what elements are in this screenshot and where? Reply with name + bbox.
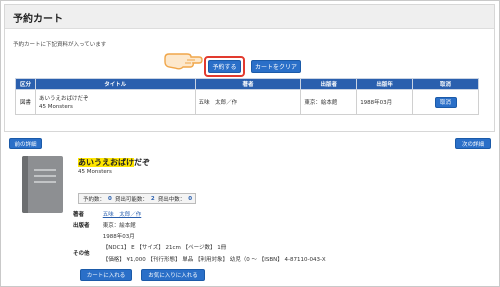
publisher-row: 出版者 東京：絵本館 [73, 221, 136, 229]
previous-detail-button[interactable]: 前の詳細 [9, 138, 42, 149]
cart-info-text: 予約カートに下記資料が入っています [13, 42, 107, 48]
column-header-category: 区分 [15, 78, 36, 90]
cancel-button[interactable]: 取消 [434, 96, 457, 108]
book-line-shape [34, 175, 56, 177]
book-line-shape [34, 181, 56, 183]
lendable-count: 2 [150, 195, 155, 202]
cart-header: 予約カート [5, 5, 494, 29]
other-row-2: 【価格】 ¥1,000 【刊行形態】 単品 【利用対象】 幼児（0 ～ 【ISB… [73, 255, 326, 263]
availability-box: 予約数： 0 貸出可能数： 2 貸出中数： 0 [78, 193, 196, 204]
publisher-label: 出版者 [73, 223, 90, 229]
reserve-count-label: 予約数： [83, 196, 106, 203]
column-header-publisher: 出版者 [300, 78, 358, 90]
column-header-author: 著者 [194, 78, 302, 90]
lent-count: 0 [188, 195, 193, 202]
row-year: 1988年03月 [356, 89, 414, 115]
reserve-count: 0 [108, 195, 112, 202]
author-label: 著者 [73, 212, 85, 218]
book-spine-shape [22, 156, 28, 213]
book-title-rest: だぞ [134, 158, 150, 167]
row-title-main: あいうえおばけだぞ [38, 96, 89, 102]
reserve-button[interactable]: 予約する [208, 60, 241, 73]
cart-table: 区分 タイトル 著者 出版者 出版年 取消 図書 あいうえおばけだぞ 45 Mo… [15, 78, 479, 115]
row-category: 図書 [15, 89, 36, 115]
book-line-shape [34, 169, 56, 171]
book-icon [22, 156, 63, 213]
column-header-cancel: 取消 [412, 78, 479, 90]
reserve-button-highlight: 予約する [204, 56, 245, 77]
author-row: 著者 五味 太郎／作 [73, 210, 141, 218]
publisher-value: 東京：絵本館 [102, 223, 136, 229]
year-value: 1988年03月 [102, 234, 135, 240]
pointing-hand-icon [164, 53, 203, 70]
lendable-count-label: 貸出可能数： [114, 196, 148, 203]
clear-cart-button[interactable]: カートをクリア [251, 60, 301, 73]
table-row: 図書 あいうえおばけだぞ 45 Monsters 五味 太郎／作 東京：絵本館 … [15, 89, 479, 115]
cart-title: 予約カート [13, 14, 63, 25]
other-line-2: 【価格】 ¥1,000 【刊行形態】 単品 【利用対象】 幼児（0 ～ 【ISB… [102, 257, 326, 263]
year-row: 1988年03月 [73, 232, 135, 240]
author-link[interactable]: 五味 太郎／作 [103, 210, 142, 218]
add-to-favorites-button[interactable]: お気に入りに入れる [141, 269, 205, 281]
next-detail-button[interactable]: 次の詳細 [455, 138, 491, 149]
column-header-year: 出版年 [356, 78, 414, 90]
column-header-title: タイトル [34, 78, 196, 90]
row-publisher: 東京：絵本館 [300, 89, 358, 115]
add-to-cart-button[interactable]: カートに入れる [80, 269, 132, 281]
other-line-1: 【NDC1】 E 【サイズ】 21cm 【ページ数】 1冊 [102, 245, 227, 251]
row-title: あいうえおばけだぞ 45 Monsters [34, 89, 196, 115]
page-frame: 予約カート 予約カートに下記資料が入っています 予約する カートをクリア 区分 … [0, 0, 500, 287]
lent-count-label: 貸出中数： [157, 196, 186, 203]
row-author: 五味 太郎／作 [194, 89, 302, 115]
cart-table-header: 区分 タイトル 著者 出版者 出版年 取消 [15, 78, 479, 90]
book-title-highlight: あいうえおばけ [78, 158, 134, 167]
row-title-sub: 45 Monsters [38, 104, 73, 110]
book-subtitle: 45 Monsters [78, 169, 112, 175]
other-row-1: 【NDC1】 E 【サイズ】 21cm 【ページ数】 1冊 [73, 243, 227, 251]
row-cancel-cell: 取消 [412, 89, 479, 115]
book-title: あいうえおばけだぞ [78, 157, 150, 168]
